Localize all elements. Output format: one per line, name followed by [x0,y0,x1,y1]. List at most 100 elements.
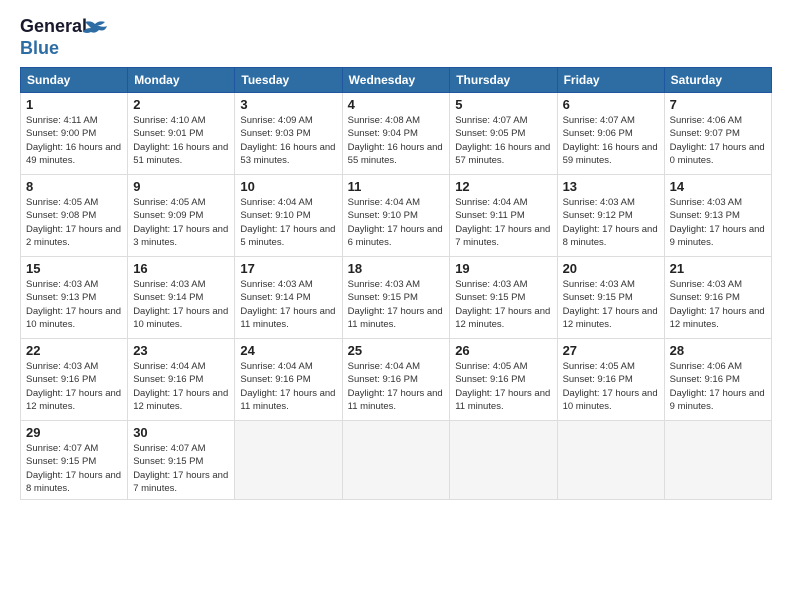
weekday-header-saturday: Saturday [664,68,771,93]
calendar-cell: 23 Sunrise: 4:04 AM Sunset: 9:16 PM Dayl… [128,339,235,421]
calendar-cell: 20 Sunrise: 4:03 AM Sunset: 9:15 PM Dayl… [557,257,664,339]
weekday-header-sunday: Sunday [21,68,128,93]
day-number: 16 [133,261,229,276]
sunset-text: Sunset: 9:16 PM [455,373,551,386]
calendar-cell [450,421,557,500]
calendar-cell: 25 Sunrise: 4:04 AM Sunset: 9:16 PM Dayl… [342,339,450,421]
calendar-table: SundayMondayTuesdayWednesdayThursdayFrid… [20,67,772,500]
calendar-cell: 1 Sunrise: 4:11 AM Sunset: 9:00 PM Dayli… [21,93,128,175]
day-number: 30 [133,425,229,440]
calendar-cell: 21 Sunrise: 4:03 AM Sunset: 9:16 PM Dayl… [664,257,771,339]
day-number: 27 [563,343,659,358]
daylight-text: Daylight: 17 hours and 0 minutes. [670,141,766,168]
sunset-text: Sunset: 9:05 PM [455,127,551,140]
day-number: 21 [670,261,766,276]
daylight-text: Daylight: 17 hours and 10 minutes. [26,305,122,332]
sunset-text: Sunset: 9:04 PM [348,127,445,140]
day-number: 29 [26,425,122,440]
calendar-cell: 7 Sunrise: 4:06 AM Sunset: 9:07 PM Dayli… [664,93,771,175]
daylight-text: Daylight: 17 hours and 8 minutes. [26,469,122,496]
sunset-text: Sunset: 9:13 PM [26,291,122,304]
logo-text: General Blue [20,16,87,59]
weekday-header-thursday: Thursday [450,68,557,93]
daylight-text: Daylight: 17 hours and 11 minutes. [240,305,336,332]
calendar-cell: 13 Sunrise: 4:03 AM Sunset: 9:12 PM Dayl… [557,175,664,257]
calendar-cell: 4 Sunrise: 4:08 AM Sunset: 9:04 PM Dayli… [342,93,450,175]
sunrise-text: Sunrise: 4:04 AM [240,196,336,209]
sunrise-text: Sunrise: 4:05 AM [455,360,551,373]
weekday-header-friday: Friday [557,68,664,93]
daylight-text: Daylight: 17 hours and 6 minutes. [348,223,445,250]
calendar-cell [342,421,450,500]
daylight-text: Daylight: 17 hours and 7 minutes. [455,223,551,250]
weekday-header-wednesday: Wednesday [342,68,450,93]
sunrise-text: Sunrise: 4:03 AM [26,278,122,291]
calendar-row-1: 1 Sunrise: 4:11 AM Sunset: 9:00 PM Dayli… [21,93,772,175]
daylight-text: Daylight: 17 hours and 11 minutes. [348,305,445,332]
daylight-text: Daylight: 16 hours and 59 minutes. [563,141,659,168]
sunrise-text: Sunrise: 4:04 AM [348,360,445,373]
sunrise-text: Sunrise: 4:05 AM [563,360,659,373]
sunset-text: Sunset: 9:15 PM [455,291,551,304]
header: General Blue [20,16,772,59]
daylight-text: Daylight: 17 hours and 8 minutes. [563,223,659,250]
sunrise-text: Sunrise: 4:07 AM [26,442,122,455]
calendar-cell [557,421,664,500]
sunrise-text: Sunrise: 4:05 AM [133,196,229,209]
calendar-cell: 11 Sunrise: 4:04 AM Sunset: 9:10 PM Dayl… [342,175,450,257]
sunrise-text: Sunrise: 4:04 AM [133,360,229,373]
calendar-cell: 3 Sunrise: 4:09 AM Sunset: 9:03 PM Dayli… [235,93,342,175]
weekday-header-row: SundayMondayTuesdayWednesdayThursdayFrid… [21,68,772,93]
calendar-cell: 17 Sunrise: 4:03 AM Sunset: 9:14 PM Dayl… [235,257,342,339]
weekday-header-monday: Monday [128,68,235,93]
daylight-text: Daylight: 17 hours and 2 minutes. [26,223,122,250]
sunset-text: Sunset: 9:08 PM [26,209,122,222]
sunset-text: Sunset: 9:07 PM [670,127,766,140]
calendar-cell: 16 Sunrise: 4:03 AM Sunset: 9:14 PM Dayl… [128,257,235,339]
day-number: 20 [563,261,659,276]
calendar-row-3: 15 Sunrise: 4:03 AM Sunset: 9:13 PM Dayl… [21,257,772,339]
day-number: 9 [133,179,229,194]
logo: General Blue [20,16,109,59]
sunset-text: Sunset: 9:15 PM [133,455,229,468]
sunset-text: Sunset: 9:14 PM [133,291,229,304]
sunset-text: Sunset: 9:16 PM [240,373,336,386]
daylight-text: Daylight: 16 hours and 53 minutes. [240,141,336,168]
sunrise-text: Sunrise: 4:03 AM [563,196,659,209]
calendar-row-5: 29 Sunrise: 4:07 AM Sunset: 9:15 PM Dayl… [21,421,772,500]
daylight-text: Daylight: 17 hours and 12 minutes. [670,305,766,332]
sunrise-text: Sunrise: 4:03 AM [240,278,336,291]
calendar-cell: 2 Sunrise: 4:10 AM Sunset: 9:01 PM Dayli… [128,93,235,175]
calendar-cell: 26 Sunrise: 4:05 AM Sunset: 9:16 PM Dayl… [450,339,557,421]
calendar-cell: 18 Sunrise: 4:03 AM Sunset: 9:15 PM Dayl… [342,257,450,339]
sunset-text: Sunset: 9:03 PM [240,127,336,140]
day-number: 23 [133,343,229,358]
sunrise-text: Sunrise: 4:03 AM [26,360,122,373]
daylight-text: Daylight: 16 hours and 49 minutes. [26,141,122,168]
sunset-text: Sunset: 9:16 PM [133,373,229,386]
calendar-row-4: 22 Sunrise: 4:03 AM Sunset: 9:16 PM Dayl… [21,339,772,421]
sunrise-text: Sunrise: 4:03 AM [133,278,229,291]
day-number: 24 [240,343,336,358]
daylight-text: Daylight: 17 hours and 12 minutes. [563,305,659,332]
daylight-text: Daylight: 16 hours and 57 minutes. [455,141,551,168]
sunrise-text: Sunrise: 4:11 AM [26,114,122,127]
day-number: 3 [240,97,336,112]
day-number: 18 [348,261,445,276]
sunrise-text: Sunrise: 4:07 AM [455,114,551,127]
daylight-text: Daylight: 17 hours and 10 minutes. [563,387,659,414]
day-number: 7 [670,97,766,112]
daylight-text: Daylight: 17 hours and 11 minutes. [348,387,445,414]
calendar-cell: 6 Sunrise: 4:07 AM Sunset: 9:06 PM Dayli… [557,93,664,175]
calendar-cell [235,421,342,500]
day-number: 15 [26,261,122,276]
sunrise-text: Sunrise: 4:03 AM [670,196,766,209]
sunrise-text: Sunrise: 4:08 AM [348,114,445,127]
sunset-text: Sunset: 9:16 PM [348,373,445,386]
sunset-text: Sunset: 9:14 PM [240,291,336,304]
sunset-text: Sunset: 9:06 PM [563,127,659,140]
sunrise-text: Sunrise: 4:10 AM [133,114,229,127]
day-number: 2 [133,97,229,112]
sunrise-text: Sunrise: 4:06 AM [670,360,766,373]
day-number: 17 [240,261,336,276]
